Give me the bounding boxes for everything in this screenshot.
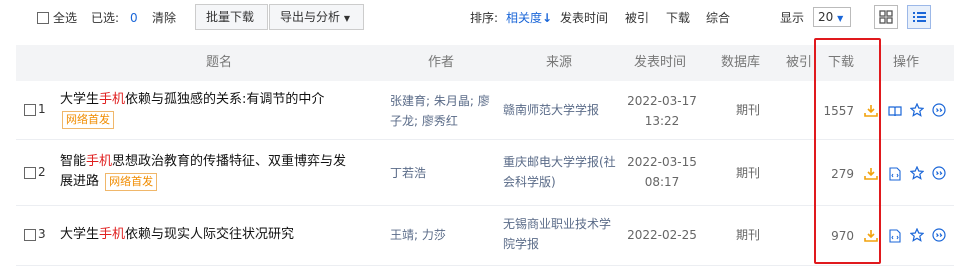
quote-icon[interactable]	[932, 228, 946, 242]
author-list[interactable]: 张建育; 朱月晶; 廖 子龙; 廖秀红	[390, 91, 490, 131]
favorite-star-icon[interactable]	[910, 228, 924, 242]
export-analysis-label: 导出与分析	[280, 10, 341, 24]
sort-label: 排序:	[470, 11, 499, 25]
grid-view-icon	[879, 10, 893, 24]
publish-date: 2022-03-17 13:22	[622, 91, 702, 131]
row-checkbox[interactable]	[24, 167, 36, 179]
source-line[interactable]: 会科学版)	[503, 172, 616, 192]
title-highlight: 手机	[99, 92, 126, 107]
list-view-icon	[913, 12, 926, 22]
author-line[interactable]: 子龙; 廖秀红	[390, 111, 490, 131]
column-actions: 操作	[893, 55, 920, 70]
selected-count: 0	[130, 11, 138, 25]
source-link[interactable]: 重庆邮电大学学报(社 会科学版)	[503, 152, 616, 192]
date-value: 2022-03-15	[627, 155, 697, 169]
favorite-star-icon[interactable]	[910, 103, 924, 117]
column-title: 题名	[206, 55, 233, 70]
title-highlight: 手机	[86, 154, 113, 169]
date-value: 2022-03-17	[627, 94, 697, 108]
list-view-button[interactable]	[907, 5, 931, 29]
column-source: 来源	[546, 55, 573, 70]
source-line[interactable]: 院学报	[503, 234, 611, 254]
sort-by-downloads[interactable]: 下载	[666, 9, 690, 27]
database-type: 期刊	[735, 103, 760, 117]
source-link[interactable]: 无锡商业职业技术学 院学报	[503, 214, 611, 254]
column-database: 数据库	[721, 55, 761, 70]
time-value: 08:17	[644, 175, 680, 189]
title-part: 依赖与现实人际交往状况研究	[125, 227, 295, 242]
paper-title-link[interactable]: 大学生手机依赖与孤独感的关系:有调节的中介 网络首发	[60, 90, 380, 130]
select-all-label[interactable]: 全选	[53, 9, 77, 27]
row-number: 1	[38, 102, 46, 116]
select-all-checkbox[interactable]	[37, 12, 49, 24]
sort-by-citations[interactable]: 被引	[625, 9, 649, 27]
html-read-icon[interactable]	[888, 229, 902, 243]
clear-selection-link[interactable]: 清除	[152, 9, 176, 27]
source-line[interactable]: 无锡商业职业技术学	[503, 214, 611, 234]
title-part: 智能	[60, 154, 87, 169]
chevron-down-icon: ▼	[837, 14, 844, 23]
author-list[interactable]: 丁若浩	[390, 163, 426, 183]
selected-label: 已选:	[91, 11, 120, 25]
page-size-select[interactable]: 20 ▼	[813, 7, 851, 27]
row-number: 3	[38, 227, 46, 241]
result-toolbar: 全选 已选: 0 清除 批量下载 导出与分析 ▼ 排序: 相关度↓ 发表时间 被…	[0, 0, 965, 36]
download-icon[interactable]	[864, 104, 878, 118]
grid-view-button[interactable]	[874, 5, 898, 29]
favorite-star-icon[interactable]	[910, 166, 924, 180]
source-line[interactable]: 重庆邮电大学学报(社	[503, 152, 616, 172]
page-size-value: 20	[818, 10, 834, 24]
read-book-icon[interactable]	[888, 104, 902, 118]
title-part: 依赖与孤独感的关系:有调节的中介	[125, 92, 325, 107]
download-icon[interactable]	[864, 229, 878, 243]
table-row: 2 智能手机思想政治教育的传播特征、双重博弈与发 展进路 网络首发 丁若浩 重庆…	[16, 140, 954, 206]
title-part: 大学生	[60, 227, 100, 242]
sort-comprehensive[interactable]: 综合	[706, 9, 730, 27]
batch-download-button[interactable]: 批量下载	[195, 4, 268, 30]
paper-title-link[interactable]: 大学生手机依赖与现实人际交往状况研究	[60, 225, 380, 245]
sort-down-arrow-icon: ↓	[542, 11, 553, 25]
title-part: 思想政治教育的传播特征、双重博弈与发	[112, 154, 347, 169]
results-table-header: 题名 作者 来源 发表时间 数据库 被引 下载 操作	[16, 45, 954, 81]
download-count: 1557	[823, 104, 854, 118]
column-citations[interactable]: 被引	[786, 45, 814, 81]
title-part: 大学生	[60, 92, 100, 107]
author-line[interactable]: 张建育; 朱月晶; 廖	[390, 91, 490, 111]
html-read-icon[interactable]	[888, 167, 902, 181]
download-count: 279	[831, 167, 854, 181]
online-first-badge: 网络首发	[105, 172, 158, 191]
display-label: 显示	[780, 11, 805, 25]
export-analysis-button[interactable]: 导出与分析 ▼	[269, 4, 364, 30]
column-author: 作者	[428, 55, 455, 70]
column-downloads[interactable]: 下载	[828, 45, 854, 81]
database-type: 期刊	[735, 228, 760, 242]
sort-relevance[interactable]: 相关度↓	[506, 9, 552, 27]
table-row: 1 大学生手机依赖与孤独感的关系:有调节的中介 网络首发 张建育; 朱月晶; 廖…	[16, 81, 954, 140]
sort-relevance-label: 相关度	[506, 11, 543, 25]
author-line[interactable]: 王靖; 力莎	[390, 225, 446, 245]
column-publish-date[interactable]: 发表时间	[634, 45, 686, 81]
quote-icon[interactable]	[932, 103, 946, 117]
download-icon[interactable]	[864, 167, 878, 181]
row-number: 2	[38, 165, 46, 179]
chevron-down-icon: ▼	[343, 14, 350, 23]
quote-icon[interactable]	[932, 166, 946, 180]
author-line[interactable]: 丁若浩	[390, 163, 426, 183]
title-part: 展进路	[60, 174, 100, 189]
paper-title-link[interactable]: 智能手机思想政治教育的传播特征、双重博弈与发 展进路 网络首发	[60, 152, 390, 192]
publish-date: 2022-03-15 08:17	[622, 152, 702, 192]
table-row: 3 大学生手机依赖与现实人际交往状况研究 王靖; 力莎 无锡商业职业技术学 院学…	[16, 206, 954, 266]
database-type: 期刊	[735, 166, 760, 180]
title-highlight: 手机	[99, 227, 126, 242]
time-value: 13:22	[644, 114, 680, 128]
sort-by-date[interactable]: 发表时间	[560, 9, 608, 27]
source-link[interactable]: 赣南师范大学学报	[503, 100, 599, 120]
author-list[interactable]: 王靖; 力莎	[390, 225, 446, 245]
publish-date: 2022-02-25	[627, 228, 697, 242]
row-checkbox[interactable]	[24, 104, 36, 116]
online-first-badge: 网络首发	[62, 110, 114, 129]
row-checkbox[interactable]	[24, 229, 36, 241]
download-count: 970	[831, 229, 854, 243]
